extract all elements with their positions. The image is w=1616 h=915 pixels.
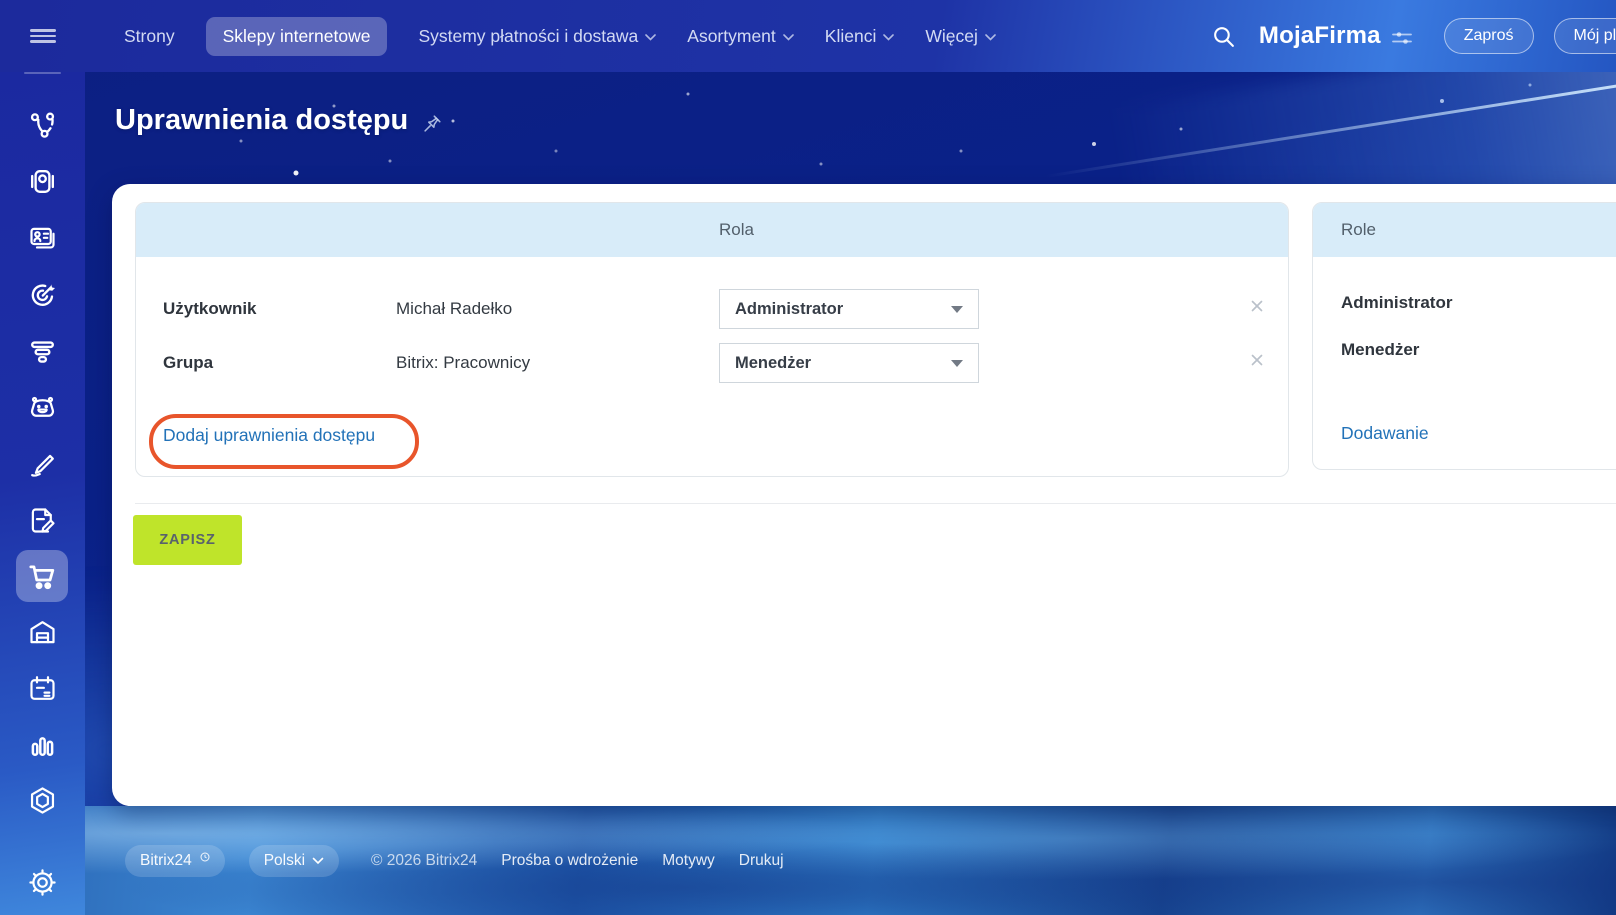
footer-brand-badge[interactable]: Bitrix24 [125, 844, 225, 877]
footer: Bitrix24 Polski © 2026 Bitrix24 Prośba o… [85, 806, 1616, 915]
shopping-cart-icon [28, 565, 54, 589]
gear-icon [28, 868, 56, 896]
chevron-down-icon [883, 33, 895, 41]
target-arrow-icon [31, 283, 55, 306]
search-icon[interactable] [1211, 24, 1236, 49]
save-button[interactable]: ZAPISZ [133, 515, 242, 565]
sidebar-item-planner[interactable] [16, 662, 68, 714]
network-icon [30, 112, 54, 138]
remove-row-icon[interactable] [1248, 297, 1266, 315]
invite-button[interactable]: Zaproś [1443, 18, 1534, 54]
contact-card-icon [29, 227, 55, 249]
warehouse-icon [29, 620, 55, 643]
footer-link-print[interactable]: Drukuj [739, 852, 784, 870]
sidebar-item-contacts[interactable] [16, 212, 68, 264]
footer-link-implementation[interactable]: Prośba o wdrożenie [501, 852, 638, 870]
role-item-administrator: Administrator [1341, 293, 1453, 312]
sidebar-item-sales-funnel[interactable] [16, 325, 68, 377]
add-access-permission-link[interactable]: Dodaj uprawnienia dostępu [163, 425, 375, 446]
sidebar-item-warehouse[interactable] [16, 606, 68, 658]
hamburger-menu-icon[interactable] [0, 27, 85, 46]
sidebar-item-video-call[interactable] [16, 155, 68, 207]
subject-name: Bitrix: Pracownicy [396, 353, 531, 372]
chevron-down-icon [645, 33, 657, 41]
brand-settings-sliders-icon[interactable] [1391, 29, 1413, 47]
video-call-icon [30, 169, 54, 193]
roles-panel-header-label: Role [1341, 220, 1376, 239]
dropdown-arrow-icon [951, 305, 963, 313]
bar-chart-icon [31, 736, 53, 756]
nav-item-sklepy-internetowe[interactable]: Sklepy internetowe [205, 16, 388, 56]
sidebar-item-marketing[interactable] [16, 268, 68, 320]
brand-name[interactable]: MojaFirma [1259, 22, 1381, 50]
funnel-icon [30, 340, 54, 363]
subject-name: Michał Radełko [396, 299, 513, 318]
sidebar-item-esignature[interactable] [16, 437, 68, 489]
page-header: Uprawnienia dostępu [115, 104, 443, 137]
nav-item-systemy-platnosci[interactable]: Systemy płatności i dostawa [418, 26, 657, 47]
sidebar-item-network[interactable] [16, 99, 68, 151]
roles-panel-header: Role [1313, 203, 1616, 257]
language-selector[interactable]: Polski [248, 844, 340, 877]
role-column-header-label: Rola [719, 220, 754, 239]
role-select-group[interactable]: Menedżer [719, 343, 979, 383]
dropdown-arrow-icon [951, 359, 963, 367]
document-edit-icon [31, 507, 55, 533]
topbar-right-cluster: MojaFirma Zaproś Mój plan [1211, 18, 1616, 54]
sidebar-item-settings[interactable] [16, 856, 68, 908]
main-content-card: Rola Użytkownik Michał Radełko Administr… [112, 184, 1616, 806]
subject-type-label: Użytkownik [163, 299, 257, 318]
nav-item-wiecej[interactable]: Więcej [925, 26, 996, 47]
footer-link-themes[interactable]: Motywy [662, 852, 715, 870]
sidebar-divider [24, 72, 61, 74]
nav-item-asortyment[interactable]: Asortyment [687, 26, 794, 47]
sidebar-item-marketplace[interactable] [16, 774, 68, 826]
role-column-header: Rola [136, 203, 1288, 257]
chevron-down-icon [985, 33, 996, 41]
copyright-text: © 2026 Bitrix24 [371, 851, 478, 869]
access-permissions-panel: Rola Użytkownik Michał Radełko Administr… [135, 202, 1289, 477]
sidebar-item-online-store[interactable] [16, 550, 68, 602]
subject-type-label: Grupa [163, 353, 214, 372]
role-item-menedzer: Menedżer [1341, 340, 1420, 359]
add-role-link[interactable]: Dodawanie [1341, 423, 1429, 444]
top-bar: Strony Sklepy internetowe Systemy płatno… [0, 0, 1616, 72]
my-plan-button[interactable]: Mój plan [1553, 18, 1616, 54]
chevron-down-icon [312, 857, 324, 864]
remove-row-icon[interactable] [1248, 351, 1266, 369]
main-nav: Strony Sklepy internetowe Systemy płatno… [124, 16, 996, 56]
hexagon-icon [30, 786, 54, 814]
signature-pen-icon [30, 454, 54, 477]
roles-panel: Role Administrator Menedżer Dodawanie [1312, 202, 1616, 470]
role-select-user[interactable]: Administrator [719, 289, 979, 329]
calendar-tasks-icon [29, 675, 55, 700]
chevron-down-icon [782, 33, 794, 41]
sidebar-item-ai-bot[interactable] [16, 381, 68, 433]
nav-item-strony[interactable]: Strony [124, 26, 175, 47]
robot-icon [30, 396, 54, 417]
pin-icon[interactable] [421, 113, 443, 135]
nav-item-klienci[interactable]: Klienci [825, 26, 895, 47]
clock-icon [200, 852, 210, 862]
card-divider [135, 503, 1616, 504]
page-title: Uprawnienia dostępu [115, 104, 409, 136]
sidebar-item-documents[interactable] [16, 494, 68, 546]
sidebar-item-analytics[interactable] [16, 718, 68, 770]
left-sidebar [0, 72, 85, 915]
